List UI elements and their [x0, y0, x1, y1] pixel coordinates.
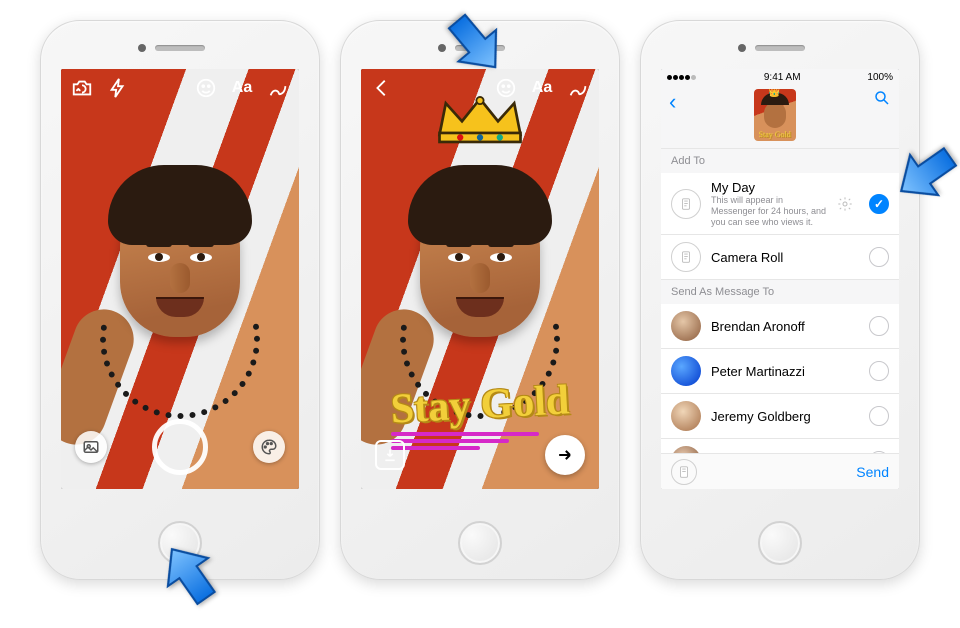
my-day-icon: [671, 189, 701, 219]
avatar: [671, 401, 701, 431]
camera-roll-title: Camera Roll: [711, 250, 859, 265]
gear-icon[interactable]: [837, 196, 853, 212]
status-time: 9:41 AM: [764, 72, 801, 83]
avatar: [671, 356, 701, 386]
send-button[interactable]: Send: [856, 464, 889, 480]
my-day-title: My Day: [711, 180, 827, 195]
next-arrow-button[interactable]: [545, 435, 585, 475]
phone-share-sheet: 9:41 AM 100% ‹ 👑 Stay Gold: [640, 20, 920, 580]
add-to-header: Add To: [661, 149, 899, 173]
effects-palette-button[interactable]: [253, 431, 285, 463]
gallery-button[interactable]: [75, 431, 107, 463]
my-day-checkbox[interactable]: [869, 194, 889, 214]
my-day-subtitle: This will appear in Messenger for 24 hou…: [711, 195, 827, 227]
home-button[interactable]: [458, 521, 502, 565]
emoji-sticker-icon[interactable]: [195, 77, 217, 99]
home-button[interactable]: [758, 521, 802, 565]
status-bar: 9:41 AM 100%: [661, 69, 899, 85]
contact-row[interactable]: Peter Martinazzi: [661, 349, 899, 394]
back-chevron-icon[interactable]: [371, 77, 393, 99]
back-button[interactable]: ‹: [669, 89, 676, 115]
phone-camera-edit: Stay Gold Aa: [340, 20, 620, 580]
camera-viewfinder: Aa: [61, 69, 299, 489]
avatar: [671, 311, 701, 341]
contact-row[interactable]: Brendan Aronoff: [661, 304, 899, 349]
shutter-button[interactable]: [152, 419, 208, 475]
contact-name: Brendan Aronoff: [711, 319, 859, 334]
contact-checkbox[interactable]: [869, 361, 889, 381]
save-download-button[interactable]: [375, 440, 405, 470]
contact-row[interactable]: Jeremy Goldberg: [661, 394, 899, 439]
send-as-header: Send As Message To: [661, 280, 899, 304]
my-day-row[interactable]: My Day This will appear in Messenger for…: [661, 173, 899, 235]
contact-checkbox[interactable]: [869, 316, 889, 336]
compose-icon[interactable]: [671, 459, 697, 485]
status-battery: 100%: [867, 72, 893, 83]
draw-tool-icon[interactable]: [567, 77, 589, 99]
text-tool-icon[interactable]: Aa: [531, 77, 553, 99]
crown-sticker[interactable]: [435, 94, 525, 144]
draw-tool-icon[interactable]: [267, 77, 289, 99]
camera-roll-row[interactable]: Camera Roll: [661, 235, 899, 280]
flip-camera-icon[interactable]: [71, 77, 93, 99]
camera-roll-icon: [671, 242, 701, 272]
contact-checkbox[interactable]: [869, 406, 889, 426]
edit-canvas: Stay Gold Aa: [361, 69, 599, 489]
signal-strength-icon: [667, 72, 697, 83]
search-icon[interactable]: [873, 89, 891, 107]
contact-name: Jeremy Goldberg: [711, 409, 859, 424]
phone-camera-capture: Aa: [40, 20, 320, 580]
preview-thumbnail[interactable]: 👑 Stay Gold: [754, 89, 796, 141]
contact-name: Peter Martinazzi: [711, 364, 859, 379]
emoji-sticker-icon[interactable]: [495, 77, 517, 99]
text-tool-icon[interactable]: Aa: [231, 77, 253, 99]
camera-roll-checkbox[interactable]: [869, 247, 889, 267]
flash-icon[interactable]: [107, 77, 129, 99]
